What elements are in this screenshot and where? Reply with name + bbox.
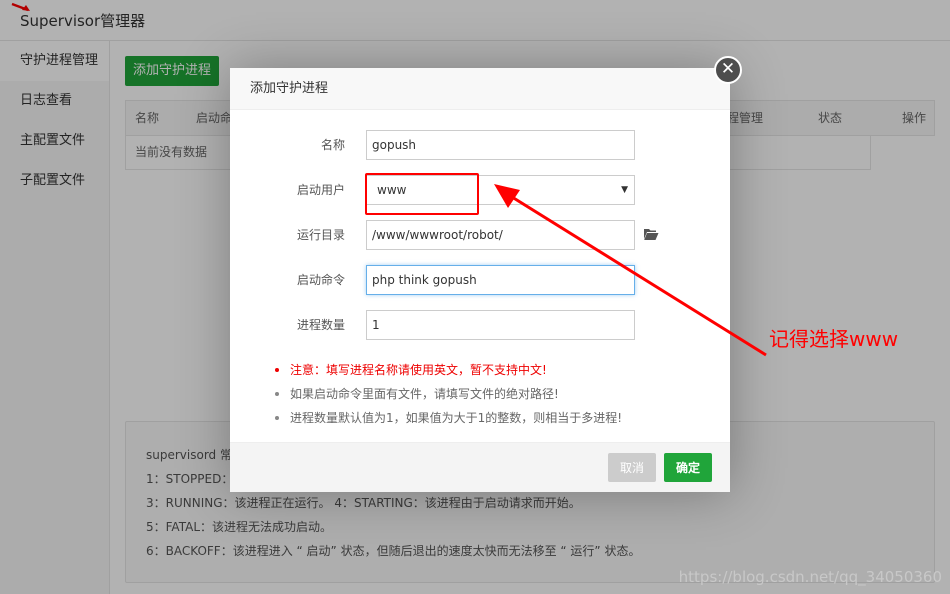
annotation-text: 记得选择www	[769, 327, 899, 351]
annotation-arrow-icon	[494, 184, 767, 357]
